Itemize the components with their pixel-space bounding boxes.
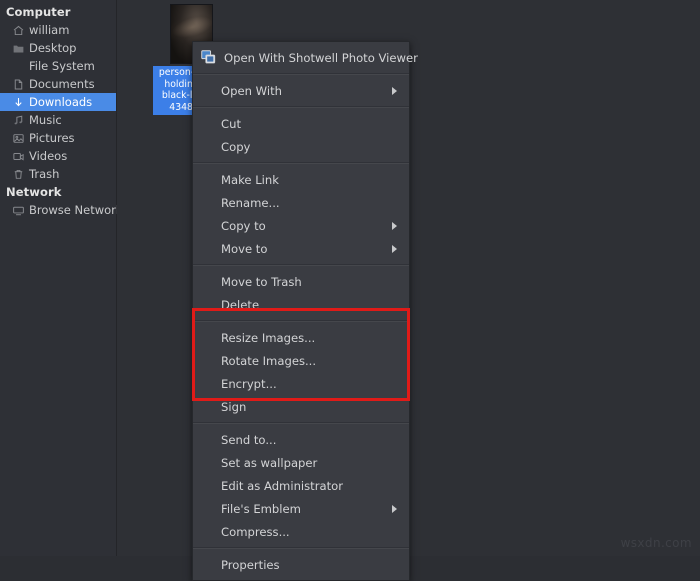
menu-separator (193, 422, 409, 424)
sidebar-item-videos[interactable]: Videos (0, 147, 116, 165)
menu-item-make-link[interactable]: Make Link (193, 168, 409, 191)
picture-icon (12, 132, 25, 145)
menu-item-label: Compress... (221, 524, 290, 539)
menu-item-copy-to[interactable]: Copy to (193, 214, 409, 237)
sidebar-item-desktop[interactable]: Desktop (0, 39, 116, 57)
chevron-right-icon (392, 244, 397, 253)
sidebar-item-pictures[interactable]: Pictures (0, 129, 116, 147)
menu-item-edit-as-administrator[interactable]: Edit as Administrator (193, 474, 409, 497)
menu-item-move-to-trash[interactable]: Move to Trash (193, 270, 409, 293)
menu-item-send-to[interactable]: Send to... (193, 428, 409, 451)
menu-item-open-with-shotwell-photo-viewer[interactable]: Open With Shotwell Photo Viewer (193, 46, 418, 69)
menu-item-label: Encrypt... (221, 376, 277, 391)
menu-item-label: Open With Shotwell Photo Viewer (224, 50, 418, 65)
menu-item-move-to[interactable]: Move to (193, 237, 409, 260)
sidebar-item-label: File System (29, 59, 95, 73)
watermark: wsxdn.com (620, 536, 692, 550)
menu-separator (193, 162, 409, 164)
shotwell-icon (201, 50, 216, 65)
menu-item-cut[interactable]: Cut (193, 112, 409, 135)
sidebar: Computer william Desktop File System Documen… (0, 0, 123, 556)
menu-separator (193, 73, 409, 75)
sidebar-item-label: william (29, 23, 70, 37)
home-icon (12, 24, 25, 37)
menu-item-label: Properties (221, 557, 280, 572)
sidebar-item-downloads[interactable]: Downloads (0, 93, 116, 111)
menu-item-label: Set as wallpaper (221, 455, 318, 470)
menu-separator (193, 547, 409, 549)
sidebar-item-trash[interactable]: Trash (0, 165, 116, 183)
sidebar-item-browse-network[interactable]: Browse Network (0, 201, 123, 219)
video-icon (12, 150, 25, 163)
folder-icon (12, 42, 25, 55)
menu-item-label: Edit as Administrator (221, 478, 344, 493)
menu-item-label: Copy to (221, 218, 266, 233)
menu-item-label: Move to (221, 241, 268, 256)
sidebar-item-label: Pictures (29, 131, 75, 145)
sidebar-group-computer: Computer (6, 5, 71, 19)
network-icon (12, 204, 25, 217)
context-menu[interactable]: Open With Shotwell Photo Viewer Open With… (192, 41, 418, 581)
music-note-icon (12, 114, 25, 127)
menu-item-label: Move to Trash (221, 274, 302, 289)
menu-item-label: Rotate Images... (221, 353, 317, 368)
sidebar-item-label: Downloads (29, 95, 93, 109)
menu-separator (193, 264, 409, 266)
menu-item-copy[interactable]: Copy (193, 135, 409, 158)
menu-item-open-with[interactable]: Open With (193, 79, 409, 102)
menu-item-label: Cut (221, 116, 241, 131)
menu-item-label: Open With (221, 83, 282, 98)
chevron-right-icon (392, 504, 397, 513)
menu-item-label: File's Emblem (221, 501, 301, 516)
menu-item-properties[interactable]: Properties (193, 553, 409, 576)
menu-item-file-s-emblem[interactable]: File's Emblem (193, 497, 409, 520)
menu-item-label: Rename... (221, 195, 280, 210)
chevron-right-icon (392, 86, 397, 95)
sidebar-item-william[interactable]: william (0, 21, 116, 39)
menu-item-encrypt[interactable]: Encrypt... (193, 372, 409, 395)
menu-item-set-as-wallpaper[interactable]: Set as wallpaper (193, 451, 409, 474)
menu-separator (193, 106, 409, 108)
sidebar-item-label: Browse Network (29, 203, 123, 217)
sidebar-item-music[interactable]: Music (0, 111, 116, 129)
sidebar-item-label: Trash (29, 167, 60, 181)
menu-item-resize-images[interactable]: Resize Images... (193, 326, 409, 349)
document-icon (12, 78, 25, 91)
menu-separator (193, 320, 409, 322)
sidebar-item-label: Documents (29, 77, 95, 91)
menu-item-sign[interactable]: Sign (193, 395, 409, 418)
sidebar-item-file-system[interactable]: File System (0, 57, 116, 75)
menu-item-label: Send to... (221, 432, 277, 447)
menu-item-compress[interactable]: Compress... (193, 520, 409, 543)
menu-item-label: Sign (221, 399, 247, 414)
download-icon (12, 96, 25, 109)
trash-icon (12, 168, 25, 181)
sidebar-item-label: Music (29, 113, 62, 127)
chevron-right-icon (392, 221, 397, 230)
menu-item-label: Copy (221, 139, 251, 154)
menu-item-rotate-images[interactable]: Rotate Images... (193, 349, 409, 372)
menu-item-label: Make Link (221, 172, 279, 187)
menu-item-label: Resize Images... (221, 330, 316, 345)
sidebar-group-network: Network (6, 185, 62, 199)
sidebar-item-label: Desktop (29, 41, 77, 55)
menu-item-delete[interactable]: Delete (193, 293, 409, 316)
menu-item-rename[interactable]: Rename... (193, 191, 409, 214)
sidebar-item-label: Videos (29, 149, 68, 163)
blank-icon (12, 60, 25, 73)
sidebar-item-documents[interactable]: Documents (0, 75, 116, 93)
menu-item-label: Delete (221, 297, 260, 312)
